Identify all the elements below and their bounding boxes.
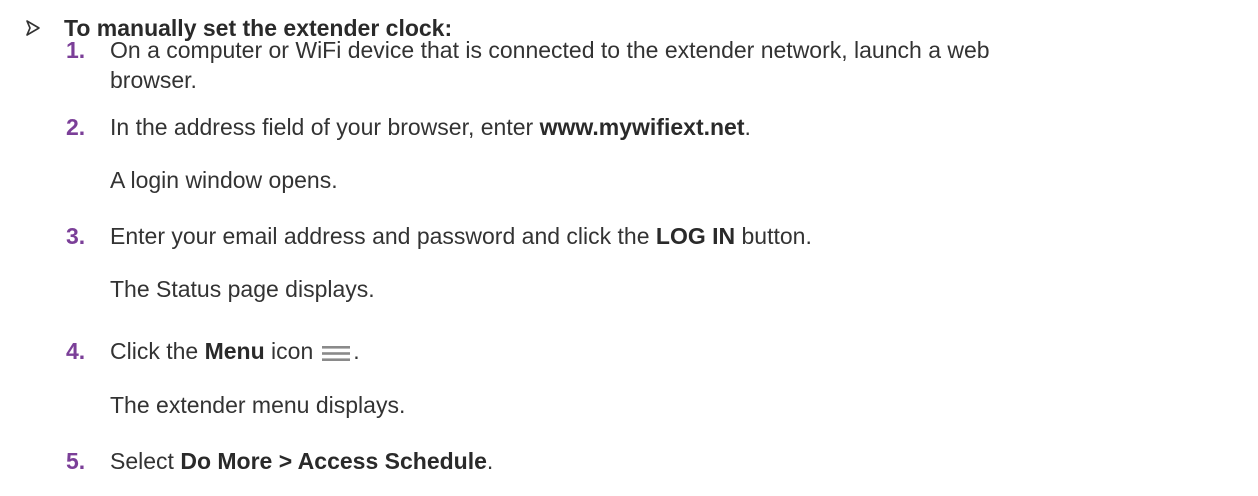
menu-name-text: Menu [204, 338, 265, 364]
step-5: 5. Select Do More > Access Schedule. [66, 446, 493, 476]
step-text-part: Select [110, 448, 181, 474]
step-number: 5. [66, 448, 86, 474]
step-text-part: button. [735, 223, 812, 249]
step-2: 2. In the address field of your browser, … [66, 112, 751, 142]
step-2-result: A login window opens. [110, 167, 338, 193]
step-text-part: . [353, 338, 360, 364]
step-text: Enter your email address and password an… [110, 223, 812, 249]
menu-icon [321, 344, 351, 362]
step-number: 2. [66, 114, 86, 140]
step-text: On a computer or WiFi device that is con… [110, 37, 990, 63]
step-1: 1. On a computer or WiFi device that is c… [66, 35, 990, 65]
step-text: In the address field of your browser, en… [110, 114, 751, 140]
step-text-part: In the address field of your browser, en… [110, 114, 540, 140]
step-3: 3. Enter your email address and password … [66, 221, 812, 251]
step-number: 3. [66, 223, 86, 249]
step-number: 4. [66, 338, 86, 364]
step-text-part: Click the [110, 338, 205, 364]
step-text: Select Do More > Access Schedule. [110, 448, 493, 474]
step-4-result: The extender menu displays. [110, 392, 406, 418]
step-text-part: . [486, 448, 494, 474]
step-text: Click the Menu icon. [110, 338, 360, 364]
url-text: www.mywifiext.net [539, 114, 745, 140]
step-text-part: icon [264, 338, 314, 364]
button-name-text: LOG IN [655, 223, 736, 249]
step-text-part: . [744, 114, 751, 140]
step-number: 1. [66, 37, 86, 63]
step-4: 4. Click the Menu icon. [66, 336, 360, 366]
step-1-continuation: browser. [110, 67, 197, 93]
menu-path-text: Do More > Access Schedule [180, 448, 487, 474]
step-text-part: Enter your email address and password an… [110, 223, 656, 249]
step-3-result: The Status page displays. [110, 276, 375, 302]
arrow-bullet-icon [24, 19, 64, 37]
